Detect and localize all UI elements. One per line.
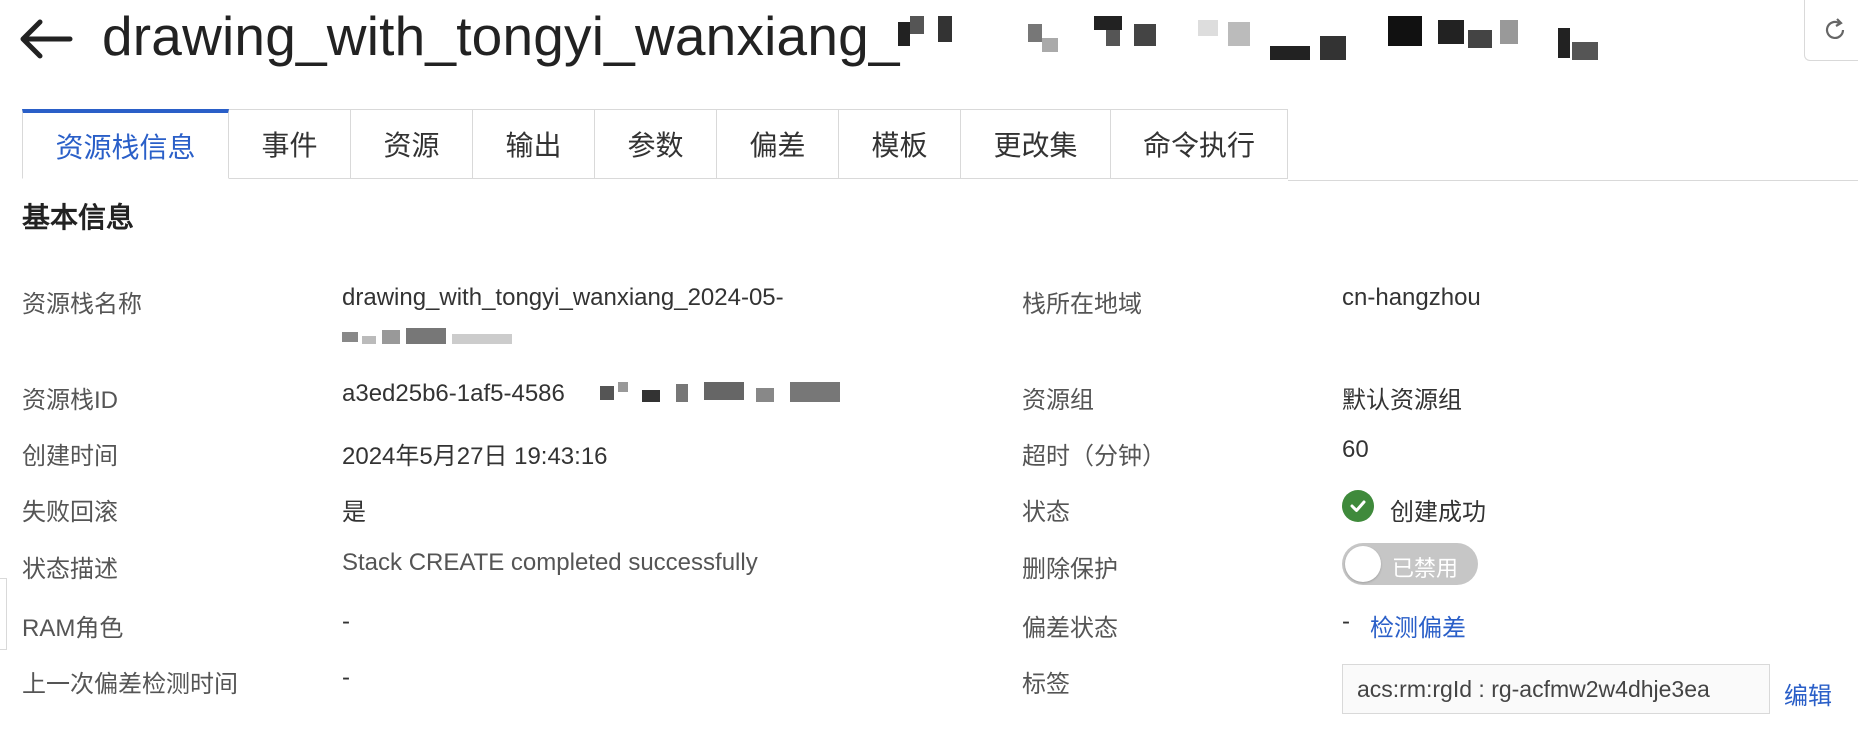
status-label: 状态 bbox=[1022, 499, 1070, 526]
deletion-protection-label: 删除保护 bbox=[1022, 556, 1118, 583]
side-panel-handle[interactable] bbox=[0, 578, 7, 650]
last-drift-detection-label: 上一次偏差检测时间 bbox=[22, 671, 238, 698]
rollback-value: 是 bbox=[342, 499, 366, 526]
tab-template[interactable]: 模板 bbox=[839, 109, 961, 179]
toggle-state-label: 已禁用 bbox=[1392, 556, 1459, 581]
tab-events[interactable]: 事件 bbox=[229, 109, 351, 179]
arrow-left-icon bbox=[20, 19, 73, 59]
tab-divider bbox=[1288, 180, 1858, 181]
edit-tags-link[interactable]: 编辑 bbox=[1784, 676, 1832, 711]
tab-resources[interactable]: 资源 bbox=[351, 109, 473, 179]
tab-parameters[interactable]: 参数 bbox=[595, 109, 717, 179]
tags-label: 标签 bbox=[1022, 671, 1070, 698]
deletion-protection-toggle[interactable]: 已禁用 bbox=[1342, 543, 1478, 585]
toggle-knob bbox=[1345, 546, 1381, 582]
section-title: 基本信息 bbox=[22, 202, 135, 233]
redacted-stack-id-suffix bbox=[600, 382, 840, 402]
tab-change-sets[interactable]: 更改集 bbox=[961, 109, 1111, 179]
region-value: cn-hangzhou bbox=[1342, 284, 1481, 311]
detect-drift-link[interactable]: 检测偏差 bbox=[1370, 608, 1466, 643]
tab-command-execution[interactable]: 命令执行 bbox=[1111, 109, 1288, 179]
drift-status-value: - bbox=[1342, 608, 1350, 635]
resource-group-label: 资源组 bbox=[1022, 387, 1094, 414]
tag-chip: acs:rm:rgId : rg-acfmw2w4dhje3ea bbox=[1342, 664, 1770, 714]
tab-drift[interactable]: 偏差 bbox=[717, 109, 839, 179]
last-drift-detection-value: - bbox=[342, 664, 350, 691]
status-value: 创建成功 bbox=[1390, 499, 1486, 526]
refresh-icon bbox=[1825, 18, 1845, 39]
back-button[interactable] bbox=[18, 18, 74, 60]
stack-id-value: a3ed25b6-1af5-4586 bbox=[342, 380, 565, 407]
created-time-label: 创建时间 bbox=[22, 443, 118, 470]
resource-group-value: 默认资源组 bbox=[1342, 387, 1462, 414]
tab-outputs[interactable]: 输出 bbox=[473, 109, 595, 179]
timeout-label: 超时（分钟） bbox=[1022, 443, 1166, 470]
status-description-label: 状态描述 bbox=[22, 556, 118, 583]
page-title: drawing_with_tongyi_wanxiang_ bbox=[102, 5, 900, 67]
status-description-value: Stack CREATE completed successfully bbox=[342, 549, 758, 576]
stack-name-value: drawing_with_tongyi_wanxiang_2024-05- bbox=[342, 284, 784, 311]
redacted-stack-name-suffix bbox=[342, 328, 512, 344]
tab-bar: 资源栈信息 事件 资源 输出 参数 偏差 模板 更改集 命令执行 bbox=[22, 109, 1288, 181]
ram-role-value: - bbox=[342, 608, 350, 635]
drift-status-label: 偏差状态 bbox=[1022, 615, 1118, 642]
rollback-label: 失败回滚 bbox=[22, 499, 118, 526]
redacted-title-suffix bbox=[898, 16, 1598, 60]
created-time-value: 2024年5月27日 19:43:16 bbox=[342, 443, 608, 470]
stack-name-label: 资源栈名称 bbox=[22, 291, 142, 318]
check-circle-icon bbox=[1342, 490, 1374, 522]
timeout-value: 60 bbox=[1342, 436, 1369, 463]
page-header: drawing_with_tongyi_wanxiang_ bbox=[0, 0, 1858, 90]
ram-role-label: RAM角色 bbox=[22, 615, 124, 642]
refresh-button[interactable] bbox=[1804, 0, 1858, 61]
region-label: 栈所在地域 bbox=[1022, 291, 1142, 318]
tab-stack-info[interactable]: 资源栈信息 bbox=[22, 109, 229, 179]
stack-id-label: 资源栈ID bbox=[22, 387, 118, 414]
